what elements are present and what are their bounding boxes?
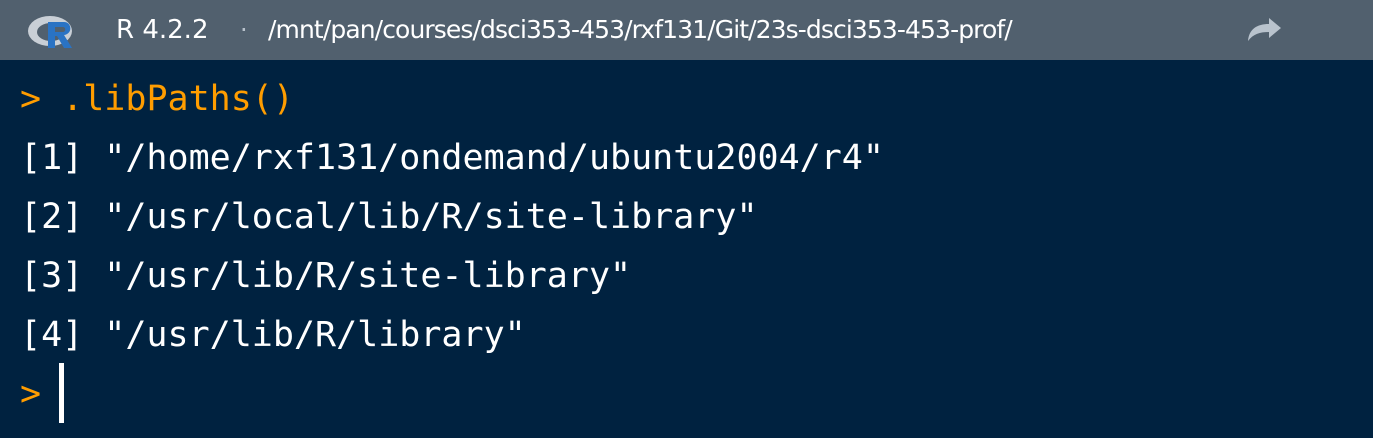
text-cursor (59, 363, 65, 423)
console-header: R 4.2.2 · /mnt/pan/courses/dsci353-453/r… (0, 0, 1373, 60)
console-output[interactable]: > .libPaths() [1] "/home/rxf131/ondemand… (20, 70, 884, 424)
goto-directory-icon[interactable] (1244, 15, 1284, 45)
input-line[interactable]: > (20, 363, 884, 424)
output-line: [4] "/usr/lib/R/library" (20, 315, 526, 355)
output-line: [2] "/usr/local/lib/R/site-library" (20, 197, 758, 237)
r-logo-icon (28, 16, 72, 48)
prompt-symbol: > (20, 374, 42, 414)
command-text: .libPaths() (62, 79, 294, 119)
r-console[interactable]: R 4.2.2 · /mnt/pan/courses/dsci353-453/r… (0, 0, 1373, 438)
prompt-symbol: > (20, 79, 42, 119)
r-version-label: R 4.2.2 (116, 15, 209, 45)
command-line: > .libPaths() (20, 70, 884, 129)
output-line: [1] "/home/rxf131/ondemand/ubuntu2004/r4… (20, 138, 884, 178)
output-line: [3] "/usr/lib/R/site-library" (20, 256, 632, 296)
header-separator: · (240, 16, 248, 44)
working-directory-path: /mnt/pan/courses/dsci353-453/rxf131/Git/… (268, 15, 1013, 44)
